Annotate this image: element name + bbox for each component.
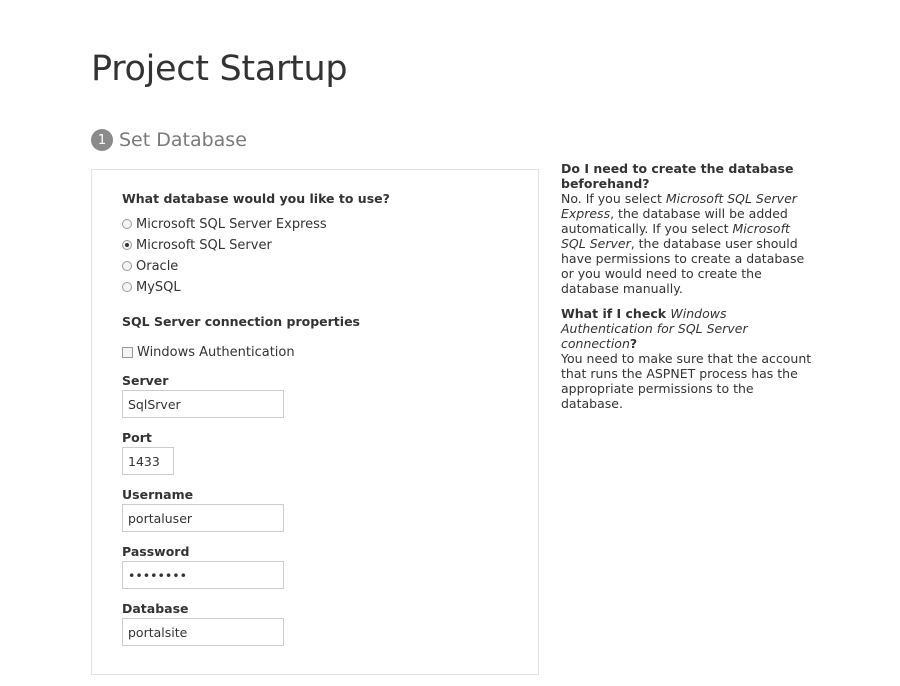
database-form-panel: What database would you like to use? Mic… — [91, 169, 539, 675]
username-input[interactable] — [122, 504, 284, 532]
step-label: Set Database — [119, 129, 247, 151]
step-heading: 1 Set Database — [91, 128, 247, 152]
server-label: Server — [122, 373, 169, 388]
radio-label: Microsoft SQL Server Express — [136, 216, 327, 232]
windows-authentication-option[interactable]: Windows Authentication — [122, 344, 295, 360]
password-label: Password — [122, 544, 190, 559]
password-input[interactable] — [122, 561, 284, 589]
windows-authentication-checkbox[interactable] — [122, 346, 133, 358]
windows-authentication-label: Windows Authentication — [137, 344, 295, 360]
database-label: Database — [122, 601, 189, 616]
database-input[interactable] — [122, 618, 284, 646]
radio-option-sql-express[interactable]: Microsoft SQL Server Express — [122, 216, 327, 232]
radio-button-selected[interactable] — [122, 240, 132, 250]
help-panel: Do I need to create the database beforeh… — [561, 161, 817, 421]
server-input[interactable] — [122, 390, 284, 418]
radio-button[interactable] — [122, 261, 132, 271]
radio-option-sql-server[interactable]: Microsoft SQL Server — [122, 237, 272, 253]
connection-properties-heading: SQL Server connection properties — [122, 314, 360, 329]
help-item-create-database: Do I need to create the database beforeh… — [561, 161, 817, 296]
username-label: Username — [122, 487, 194, 502]
help-answer: You need to make sure that the account t… — [561, 351, 812, 411]
step-number-badge: 1 — [91, 129, 113, 151]
help-question: Do I need to create the database beforeh… — [561, 161, 794, 191]
radio-option-oracle[interactable]: Oracle — [122, 258, 178, 274]
radio-label: Microsoft SQL Server — [136, 237, 272, 253]
port-label: Port — [122, 430, 152, 445]
help-answer: No. If you select Microsoft SQL Server E… — [561, 191, 805, 296]
help-item-windows-auth: What if I check Windows Authentication f… — [561, 306, 817, 411]
radio-button[interactable] — [122, 282, 132, 292]
help-question: What if I check Windows Authentication f… — [561, 306, 748, 351]
radio-label: MySQL — [136, 279, 181, 295]
radio-button[interactable] — [122, 219, 132, 229]
radio-option-mysql[interactable]: MySQL — [122, 279, 181, 295]
database-question-label: What database would you like to use? — [122, 191, 390, 206]
radio-label: Oracle — [136, 258, 179, 274]
page-title: Project Startup — [91, 49, 348, 89]
port-input[interactable] — [122, 447, 174, 475]
